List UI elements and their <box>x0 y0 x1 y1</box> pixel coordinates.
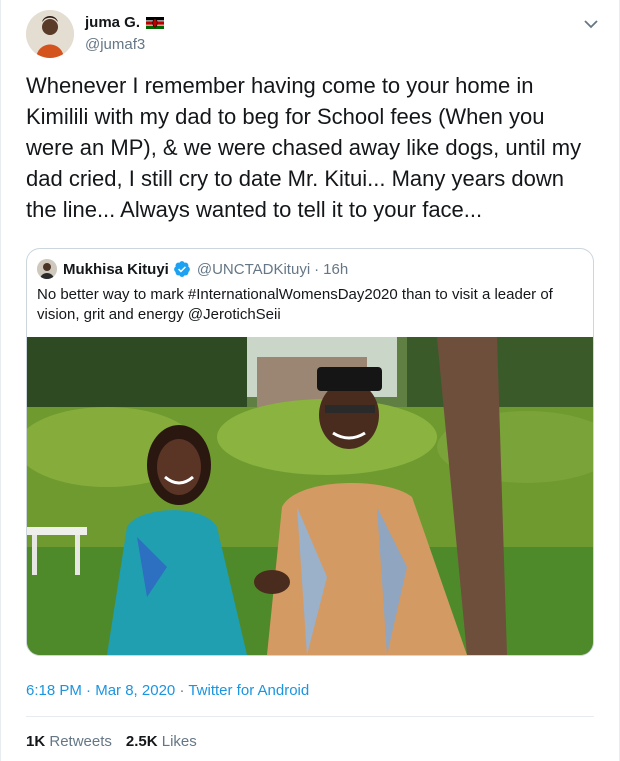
retweets-label: Retweets <box>49 733 112 750</box>
likes-label: Likes <box>161 733 197 750</box>
author-handle[interactable]: @jumaf3 <box>85 36 145 53</box>
author-display-name[interactable]: juma G. <box>85 14 140 31</box>
tweet-date[interactable]: Mar 8, 2020 <box>95 682 175 699</box>
tweet-time[interactable]: 6:18 PM <box>26 682 82 699</box>
separator-dot: · <box>86 682 92 699</box>
separator-dot: · <box>314 260 320 278</box>
retweets-count: 1K <box>26 733 46 750</box>
tweet-card: juma G. @jumaf3 Whenever I remember havi… <box>0 0 620 761</box>
divider <box>26 716 594 717</box>
quoted-author-name[interactable]: Mukhisa Kituyi <box>63 261 169 278</box>
quoted-photo[interactable] <box>27 337 593 655</box>
chevron-down-icon[interactable] <box>581 14 601 34</box>
quoted-tweet-text: No better way to mark #InternationalWome… <box>37 286 553 323</box>
verified-badge-icon <box>173 261 190 277</box>
likes-stat[interactable]: 2.5K Likes <box>126 733 197 750</box>
tweet-stats: 1K Retweets 2.5K Likes <box>26 733 197 750</box>
likes-count: 2.5K <box>125 733 158 750</box>
tweet-text: Whenever I remember having come to your … <box>26 73 588 222</box>
quoted-author-handle[interactable]: @UNCTADKituyi <box>197 261 310 278</box>
author-avatar[interactable] <box>26 10 74 58</box>
tweet-source[interactable]: Twitter for Android <box>188 682 309 699</box>
quoted-author-avatar[interactable] <box>37 259 57 279</box>
quoted-timestamp[interactable]: 16h <box>323 261 348 278</box>
separator-dot: · <box>179 682 185 699</box>
retweets-stat[interactable]: 1K Retweets <box>26 733 112 750</box>
kenya-flag-icon <box>146 16 165 29</box>
quoted-tweet[interactable]: Mukhisa Kituyi @UNCTADKituyi · 16h No be… <box>26 248 594 656</box>
tweet-meta: 6:18 PM · Mar 8, 2020 · Twitter for Andr… <box>26 682 309 699</box>
